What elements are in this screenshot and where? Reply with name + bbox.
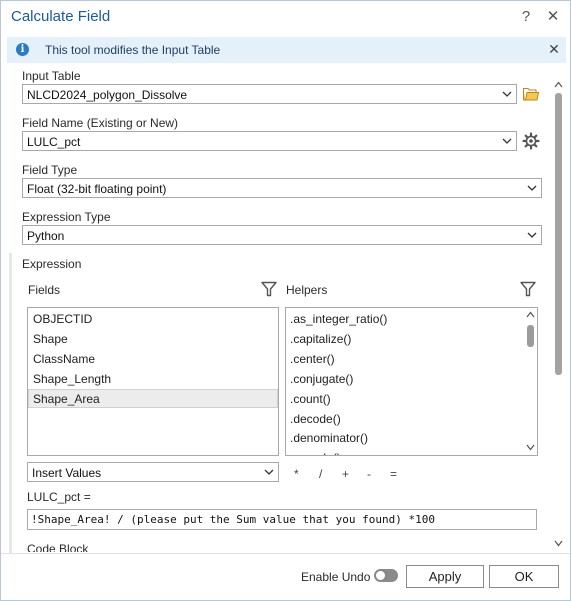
code-block-label: Code Block xyxy=(27,542,89,552)
info-message: This tool modifies the Input Table xyxy=(45,43,221,57)
expression-type-label: Expression Type xyxy=(22,210,111,224)
chevron-down-icon xyxy=(527,232,537,238)
insert-values-label: Insert Values xyxy=(32,466,102,480)
helpers-label: Helpers xyxy=(286,283,328,297)
field-type-select[interactable]: Float (32-bit floating point) xyxy=(22,178,542,198)
scroll-up-icon[interactable] xyxy=(554,81,563,88)
chevron-down-icon xyxy=(502,138,512,144)
calculate-field-dialog: Calculate Field ? ✕ i This tool modifies… xyxy=(0,0,571,601)
field-type-value: Float (32-bit floating point) xyxy=(27,182,167,196)
folder-icon[interactable] xyxy=(522,85,540,103)
field-name-combobox[interactable]: LULC_pct xyxy=(22,131,517,151)
input-table-value: NLCD2024_polygon_Dissolve xyxy=(27,88,188,102)
main-scroll-thumb[interactable] xyxy=(555,93,562,375)
filter-icon[interactable] xyxy=(260,280,278,298)
field-type-label: Field Type xyxy=(22,163,78,177)
list-item[interactable]: .count() xyxy=(290,389,331,409)
helpers-list[interactable]: .as_integer_ratio() .capitalize() .cente… xyxy=(285,307,538,456)
scroll-down-icon[interactable] xyxy=(526,444,535,451)
insert-values-select[interactable]: Insert Values xyxy=(27,462,279,482)
helpers-scrollbar[interactable] xyxy=(524,308,537,455)
list-item[interactable]: .decode() xyxy=(290,409,341,429)
expression-target-label: LULC_pct = xyxy=(27,490,91,504)
input-table-select[interactable]: NLCD2024_polygon_Dissolve xyxy=(22,84,517,104)
enable-undo-toggle[interactable] xyxy=(374,569,398,582)
filter-icon[interactable] xyxy=(519,280,537,298)
list-item[interactable]: .conjugate() xyxy=(290,369,353,389)
chevron-down-icon xyxy=(502,91,512,97)
list-item[interactable]: OBJECTID xyxy=(29,310,277,329)
list-item[interactable]: Shape_Length xyxy=(29,370,277,389)
chevron-down-icon xyxy=(264,469,274,475)
info-close-button[interactable]: ✕ xyxy=(545,40,563,58)
expression-type-select[interactable]: Python xyxy=(22,225,542,245)
main-scrollbar[interactable] xyxy=(553,81,563,549)
apply-button[interactable]: Apply xyxy=(406,565,484,588)
field-name-label: Field Name (Existing or New) xyxy=(22,116,179,130)
dialog-title: Calculate Field xyxy=(11,8,111,25)
scroll-down-icon[interactable] xyxy=(554,540,563,547)
helpers-scroll-thumb[interactable] xyxy=(527,325,534,347)
ok-button[interactable]: OK xyxy=(489,565,559,588)
list-item[interactable]: .encode() xyxy=(290,448,341,455)
toggle-knob xyxy=(376,571,385,580)
expression-code: !Shape_Area! / (please put the Sum value… xyxy=(31,513,435,526)
plus-operator-button[interactable]: + xyxy=(342,467,349,481)
list-item[interactable]: .capitalize() xyxy=(290,329,351,349)
expression-group-bar xyxy=(9,253,12,553)
close-button[interactable]: ✕ xyxy=(543,7,563,27)
enable-undo-label: Enable Undo xyxy=(301,570,371,584)
title-bar: Calculate Field ? ✕ xyxy=(1,1,570,34)
expression-editor[interactable]: !Shape_Area! / (please put the Sum value… xyxy=(27,509,537,530)
info-bar: i This tool modifies the Input Table ✕ xyxy=(7,37,566,63)
chevron-down-icon xyxy=(527,185,537,191)
list-item[interactable]: ClassName xyxy=(29,350,277,369)
fields-label: Fields xyxy=(28,283,61,297)
list-item[interactable]: .denominator() xyxy=(290,428,368,448)
expression-type-value: Python xyxy=(27,229,65,243)
help-button[interactable]: ? xyxy=(516,7,536,27)
multiply-operator-button[interactable]: * xyxy=(294,467,299,481)
input-table-label: Input Table xyxy=(22,69,81,83)
scroll-up-icon[interactable] xyxy=(526,311,535,318)
equals-operator-button[interactable]: = xyxy=(390,467,397,481)
info-icon: i xyxy=(16,43,29,56)
field-name-value: LULC_pct xyxy=(27,135,81,149)
list-item-selected[interactable]: Shape_Area xyxy=(28,389,278,408)
list-item[interactable]: Shape xyxy=(29,330,277,349)
expression-label: Expression xyxy=(22,257,82,271)
list-item[interactable]: .as_integer_ratio() xyxy=(290,309,387,329)
gear-icon[interactable] xyxy=(522,132,540,150)
divide-operator-button[interactable]: / xyxy=(319,467,322,481)
list-item[interactable]: .center() xyxy=(290,349,335,369)
minus-operator-button[interactable]: - xyxy=(367,467,371,481)
footer-divider xyxy=(1,553,570,554)
fields-list[interactable]: OBJECTID Shape ClassName Shape_Length Sh… xyxy=(27,307,279,456)
